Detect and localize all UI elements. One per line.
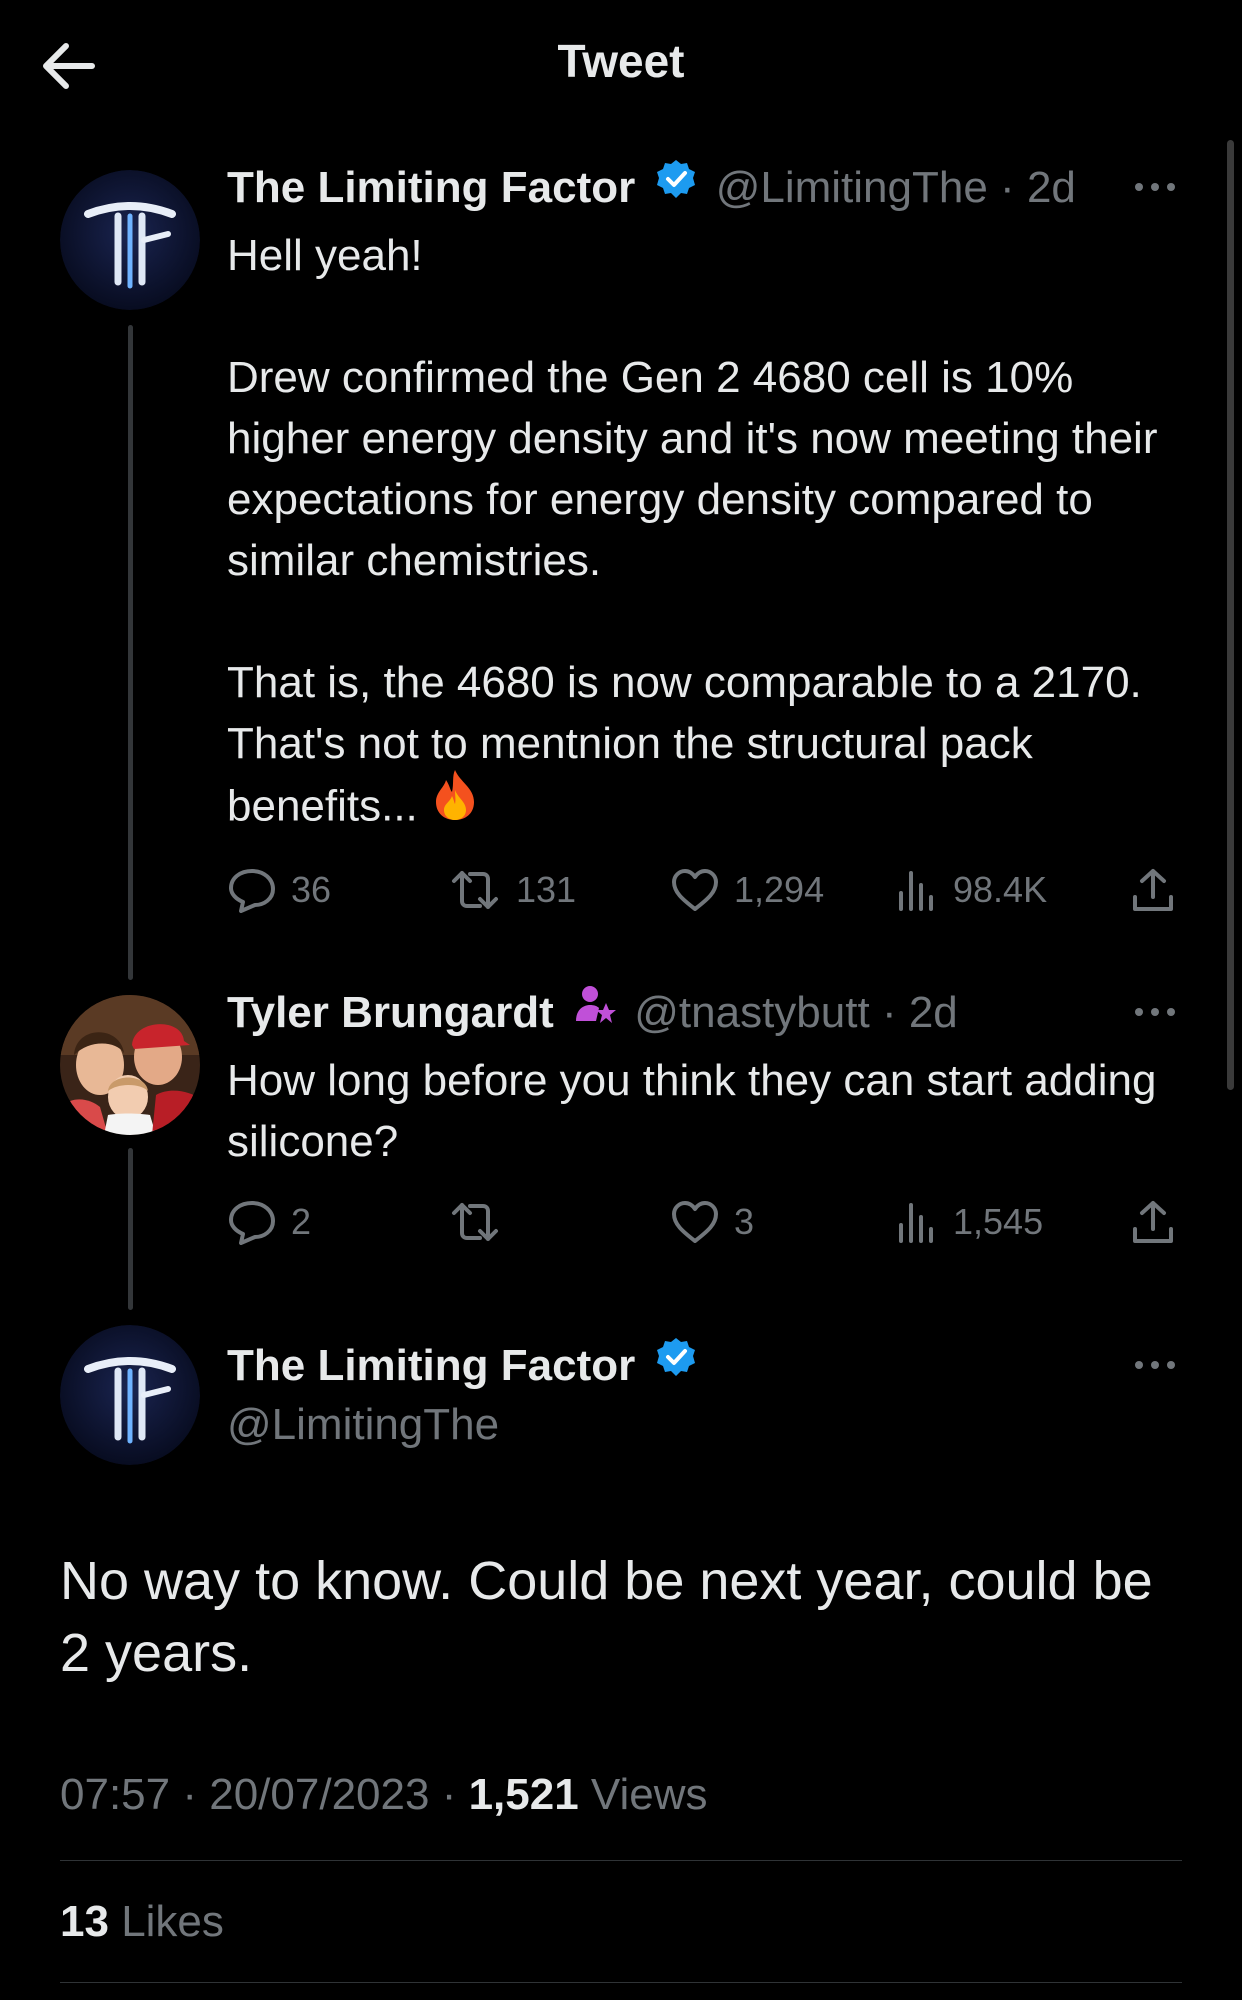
author-handle[interactable]: @LimitingThe <box>227 1400 499 1449</box>
author-handle[interactable]: @tnastybutt <box>634 988 869 1037</box>
share-button[interactable] <box>1130 862 1190 918</box>
reply-count: 36 <box>291 869 332 910</box>
divider <box>60 1982 1182 1983</box>
author-handle[interactable]: @LimitingThe <box>716 163 988 212</box>
tweet-text: How long before you think they can start… <box>227 1050 1187 1172</box>
views-count: 1,521 <box>468 1770 579 1819</box>
views-icon <box>899 871 933 911</box>
views-label: Views <box>590 1770 708 1819</box>
retweet-button[interactable] <box>448 1194 516 1250</box>
fire-emoji <box>430 768 480 838</box>
like-count: 1,294 <box>734 869 825 910</box>
divider <box>60 1860 1182 1861</box>
like-button[interactable]: 3 <box>670 1194 754 1250</box>
retweet-icon <box>452 871 498 909</box>
avatar[interactable] <box>60 1325 200 1465</box>
more-icon <box>1135 1008 1175 1016</box>
separator: · <box>1000 163 1015 212</box>
more-icon <box>1135 1361 1175 1369</box>
avatar[interactable] <box>60 170 200 310</box>
reply-icon <box>229 1201 275 1245</box>
reply-button[interactable]: 2 <box>227 1194 311 1250</box>
more-button[interactable] <box>1130 1350 1190 1390</box>
purple-user-badge-icon <box>574 983 617 1039</box>
retweet-button[interactable]: 131 <box>448 862 576 918</box>
author-name[interactable]: Tyler Brungardt <box>227 988 554 1037</box>
views-icon <box>899 1203 933 1243</box>
tweet-paragraph: Hell yeah! <box>227 231 423 280</box>
tweet-meta: 07:57 · 20/07/2023 · 1,521 Views <box>60 1770 708 1820</box>
retweet-icon <box>452 1203 498 1241</box>
tweet-age[interactable]: 2d <box>1027 163 1076 212</box>
reply-icon <box>229 869 275 913</box>
thread-line <box>128 1148 133 1310</box>
author-name[interactable]: The Limiting Factor <box>227 1341 635 1390</box>
separator: · <box>881 988 897 1037</box>
like-icon <box>672 869 718 911</box>
retweet-count: 131 <box>516 869 577 910</box>
tweet-header: Tyler Brungardt @tnastybutt · 2d <box>227 985 958 1043</box>
verified-badge-icon <box>655 1336 697 1392</box>
separator: · <box>441 1770 457 1819</box>
tweet-paragraph: That is, the 4680 is now comparable to a… <box>227 652 1187 844</box>
more-icon <box>1135 183 1175 191</box>
author-handle-row: @LimitingThe <box>227 1397 499 1453</box>
reply-button[interactable]: 36 <box>227 862 331 918</box>
reply-count: 2 <box>291 1201 312 1242</box>
avatar[interactable] <box>60 995 200 1135</box>
like-button[interactable]: 1,294 <box>670 862 824 918</box>
profile-photo <box>60 995 200 1135</box>
tlf-logo-icon <box>60 170 200 310</box>
tweet-text: Hell yeah! Drew confirmed the Gen 2 4680… <box>227 225 1187 844</box>
tweet-date[interactable]: 20/07/2023 <box>209 1770 429 1819</box>
tweet-header: The Limiting Factor <box>227 1338 703 1396</box>
author-name[interactable]: The Limiting Factor <box>227 163 635 212</box>
tweet-paragraph: Drew confirmed the Gen 2 4680 cell is 10… <box>227 353 1158 585</box>
views-count: 1,545 <box>953 1201 1044 1242</box>
share-icon <box>1133 869 1173 911</box>
tweet-paragraph: How long before you think they can start… <box>227 1056 1157 1166</box>
more-button[interactable] <box>1130 997 1190 1037</box>
more-button[interactable] <box>1130 172 1190 212</box>
scrollbar[interactable] <box>1227 140 1234 1090</box>
page-title: Tweet <box>557 35 685 87</box>
share-button[interactable] <box>1130 1194 1190 1250</box>
verified-badge-icon <box>655 158 697 214</box>
tlf-logo-icon <box>60 1325 200 1465</box>
views-count: 98.4K <box>953 869 1048 910</box>
likes-label: Likes <box>121 1897 224 1946</box>
views-button[interactable]: 1,545 <box>893 1194 1043 1250</box>
tweet-time[interactable]: 07:57 <box>60 1770 170 1819</box>
main-tweet-text: No way to know. Could be next year, coul… <box>60 1551 1153 1683</box>
like-count: 3 <box>734 1201 755 1242</box>
tweet-age[interactable]: 2d <box>909 988 958 1037</box>
thread-line <box>128 325 133 980</box>
share-icon <box>1133 1201 1173 1243</box>
separator: · <box>182 1770 197 1819</box>
likes-count: 13 <box>60 1897 109 1946</box>
views-button[interactable]: 98.4K <box>893 862 1047 918</box>
like-icon <box>672 1201 718 1243</box>
tweet-header: The Limiting Factor @LimitingThe · 2d <box>227 160 1076 218</box>
likes-summary[interactable]: 13 Likes <box>60 1897 224 1947</box>
